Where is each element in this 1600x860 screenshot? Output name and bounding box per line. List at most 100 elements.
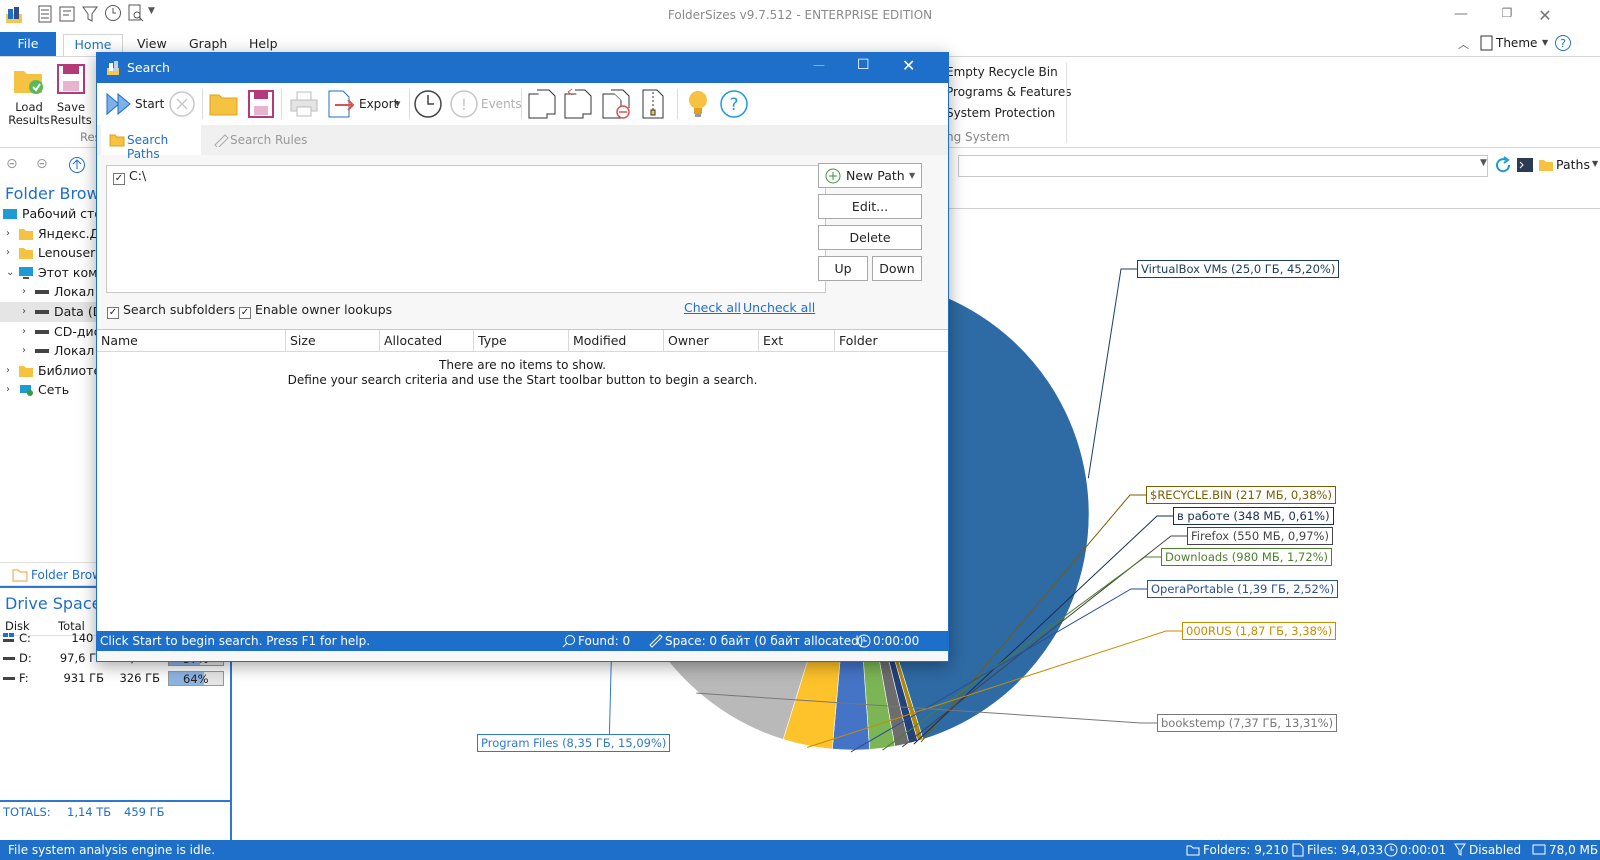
restore-button[interactable]: ❐ xyxy=(1492,6,1522,26)
save-results-button[interactable]: Save Results xyxy=(50,101,92,127)
theme-menu[interactable]: Theme xyxy=(1496,36,1537,50)
expand-arrow-icon[interactable]: › xyxy=(22,282,26,302)
forward-icon[interactable]: ⊝ xyxy=(36,156,48,172)
pie-leader-line xyxy=(1087,268,1137,479)
down-button[interactable]: Down xyxy=(872,256,922,281)
collapse-arrow-icon[interactable]: ⌄ xyxy=(6,263,14,283)
tab-search-rules[interactable]: Search Rules xyxy=(209,125,309,155)
new-path-button[interactable]: New Path ▼ xyxy=(818,163,922,188)
column-owner[interactable]: Owner xyxy=(664,330,759,352)
path-item[interactable]: ✓ C:\ xyxy=(113,168,146,185)
chevron-down-icon: ▼ xyxy=(1592,159,1599,168)
column-folder[interactable]: Folder xyxy=(835,330,948,352)
toolbar-separator xyxy=(521,89,522,119)
expand-arrow-icon[interactable]: › xyxy=(22,341,26,361)
up-icon[interactable] xyxy=(68,156,86,174)
drive-icon xyxy=(3,633,14,642)
delete-files-icon[interactable] xyxy=(601,88,633,120)
pie-slice-label: VirtualBox VMs (25,0 ГБ, 45,20%) xyxy=(1137,260,1340,278)
tab-search-paths[interactable]: Search Paths xyxy=(101,125,201,161)
zip-files-icon[interactable] xyxy=(641,88,667,120)
checkbox-box[interactable]: ✓ xyxy=(107,307,119,319)
up-button[interactable]: Up xyxy=(818,256,868,281)
terminal-icon[interactable] xyxy=(1516,156,1534,174)
address-field[interactable] xyxy=(958,155,1488,177)
tree-item-label: Lenouser xyxy=(38,245,96,261)
tab-file[interactable]: File xyxy=(0,32,56,56)
delete-button[interactable]: Delete xyxy=(818,225,922,250)
save-icon[interactable] xyxy=(247,89,275,119)
memory-usage: 78,0 МБ xyxy=(1549,843,1599,857)
edit-button[interactable]: Edit... xyxy=(818,194,922,219)
pie-slice-label: OperaPortable (1,39 ГБ, 2,52%) xyxy=(1147,580,1339,598)
pie-slice-label: в работе (348 МБ, 0,61%) xyxy=(1173,507,1334,525)
load-results-button[interactable]: Load Results xyxy=(8,101,50,127)
expand-arrow-icon[interactable]: › xyxy=(6,243,10,263)
column-allocated[interactable]: Allocated xyxy=(380,330,474,352)
ruler-icon xyxy=(649,634,663,648)
dialog-maximize-button[interactable]: ☐ xyxy=(857,57,870,73)
drive-icon xyxy=(35,290,49,295)
help-icon[interactable]: ? xyxy=(719,89,749,119)
export-icon[interactable] xyxy=(327,89,355,119)
totals-total: 1,14 ТБ xyxy=(67,805,112,819)
minimize-button[interactable]: — xyxy=(1446,6,1476,26)
enable-owner-lookups-checkbox[interactable]: ✓ Enable owner lookups xyxy=(239,302,392,319)
check-all-link[interactable]: Check all xyxy=(684,300,741,315)
start-icon[interactable] xyxy=(105,91,133,117)
drive-icon xyxy=(35,349,49,354)
status-bar: File system analysis engine is idle. Fol… xyxy=(0,840,1600,860)
back-icon[interactable]: ⊝ xyxy=(6,156,18,172)
expand-arrow-icon[interactable]: › xyxy=(6,224,10,244)
tips-lightbulb-icon[interactable] xyxy=(685,88,711,120)
programs-features-link[interactable]: Programs & Features xyxy=(946,85,1071,99)
drive-icon xyxy=(3,657,15,660)
path-checkbox[interactable]: ✓ xyxy=(113,173,125,185)
open-folder-icon[interactable] xyxy=(209,91,239,117)
column-modified[interactable]: Modified xyxy=(569,330,664,352)
move-files-icon[interactable] xyxy=(563,88,595,120)
print-icon[interactable] xyxy=(289,90,319,118)
collapse-ribbon-icon[interactable]: ︿ xyxy=(1458,36,1469,52)
refresh-icon[interactable] xyxy=(1494,156,1512,174)
system-protection-link[interactable]: System Protection xyxy=(946,106,1055,120)
checkbox-box[interactable]: ✓ xyxy=(239,307,251,319)
file-icon xyxy=(1292,843,1304,857)
expand-arrow-icon[interactable]: › xyxy=(22,322,26,342)
close-button[interactable]: ✕ xyxy=(1530,6,1560,26)
column-ext[interactable]: Ext xyxy=(759,330,835,352)
empty-message-line1: There are no items to show. xyxy=(439,358,606,372)
drive-space-title: Drive Space xyxy=(5,594,102,613)
new-path-label: New Path xyxy=(846,168,905,183)
path-label: C:\ xyxy=(129,168,147,183)
events-icon[interactable]: ! xyxy=(449,89,479,119)
help-icon[interactable]: ? xyxy=(1554,34,1572,52)
dialog-minimize-button[interactable]: — xyxy=(813,58,825,72)
events-button[interactable]: Events xyxy=(481,97,522,111)
status-message: File system analysis engine is idle. xyxy=(8,843,216,857)
toolbar-separator xyxy=(202,89,203,119)
column-type[interactable]: Type xyxy=(474,330,569,352)
pie-slice-label: Program Files (8,35 ГБ, 15,09%) xyxy=(477,734,671,752)
stop-icon[interactable] xyxy=(168,90,196,118)
schedule-clock-icon[interactable] xyxy=(413,89,443,119)
paths-button[interactable]: Paths xyxy=(1556,157,1590,172)
copy-files-icon[interactable] xyxy=(527,88,559,120)
search-subfolders-checkbox[interactable]: ✓ Search subfolders xyxy=(107,302,235,319)
drive-row[interactable]: F: 931 ГБ 326 ГБ 64% xyxy=(0,668,230,688)
clock-icon xyxy=(1384,843,1398,857)
dialog-title-bar[interactable]: Search — ☐ ✕ xyxy=(97,53,948,83)
empty-recycle-bin-link[interactable]: Empty Recycle Bin xyxy=(946,65,1058,79)
column-name[interactable]: Name xyxy=(97,330,286,352)
memory-icon xyxy=(1532,844,1546,855)
expand-arrow-icon[interactable]: › xyxy=(22,302,26,322)
uncheck-all-link[interactable]: Uncheck all xyxy=(743,300,815,315)
export-button[interactable]: Export xyxy=(359,97,398,111)
expand-arrow-icon[interactable]: › xyxy=(6,361,10,381)
dialog-close-button[interactable]: ✕ xyxy=(902,56,915,75)
column-size[interactable]: Size xyxy=(286,330,380,352)
start-button[interactable]: Start xyxy=(135,97,164,111)
space-summary: Space: 0 байт (0 байт allocated) xyxy=(665,634,864,648)
clock-icon xyxy=(857,634,871,648)
expand-arrow-icon[interactable]: › xyxy=(6,380,10,400)
